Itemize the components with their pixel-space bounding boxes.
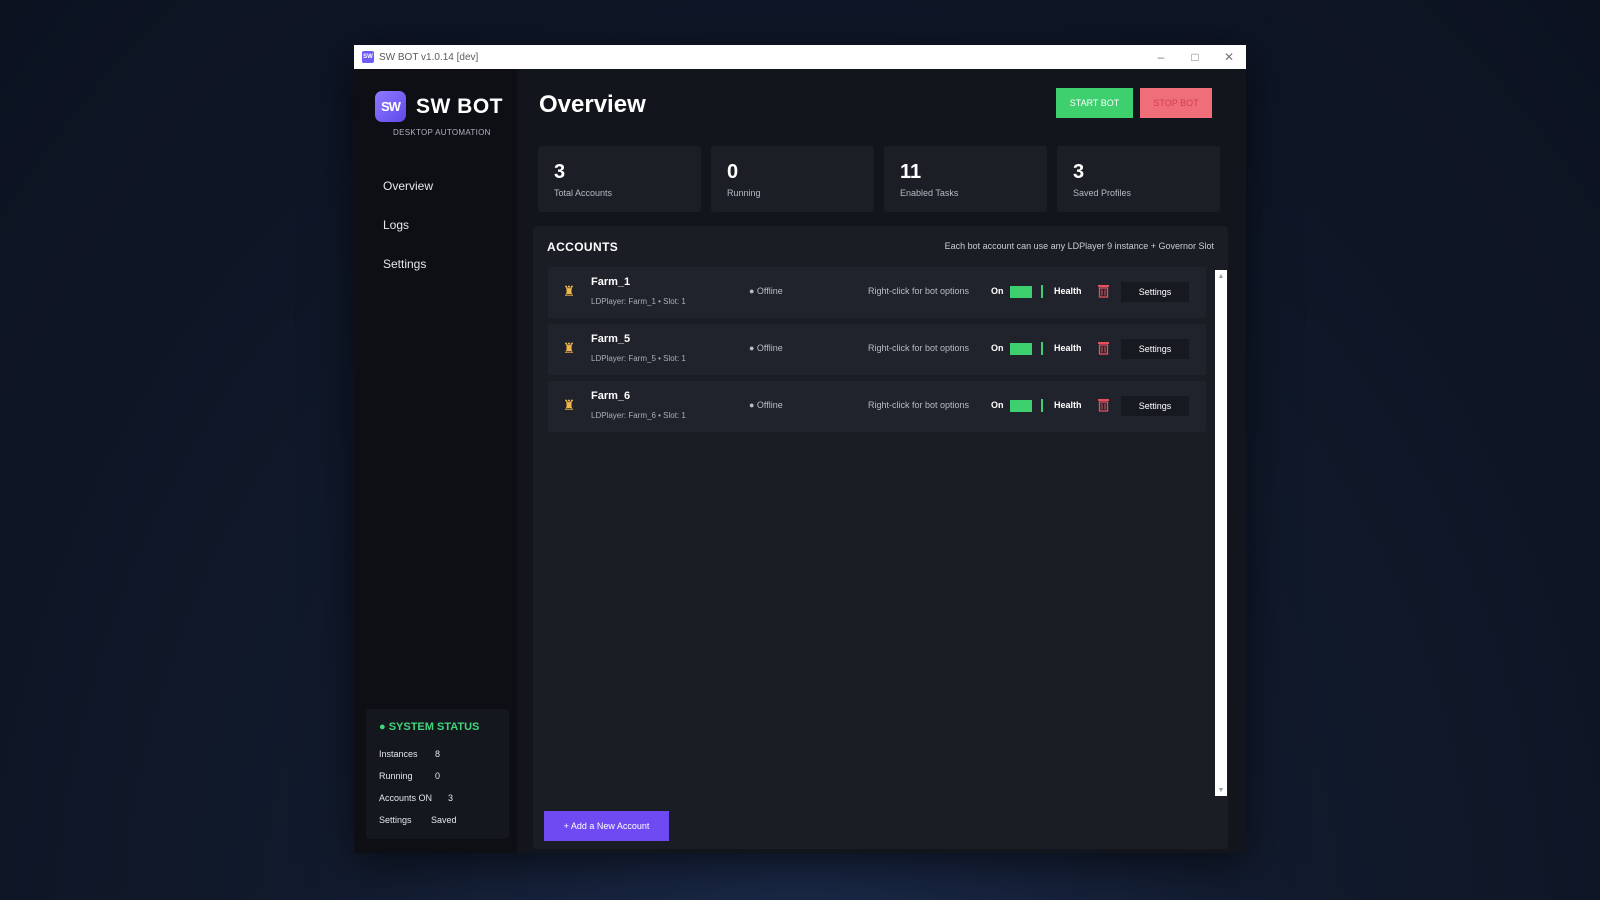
divider xyxy=(1041,342,1043,355)
chess-rook-icon: ♜ xyxy=(562,339,576,356)
divider xyxy=(1041,399,1043,412)
start-bot-button[interactable]: START BOT xyxy=(1056,88,1133,118)
account-meta: LDPlayer: Farm_5 • Slot: 1 xyxy=(591,354,686,363)
status-key: Running xyxy=(379,771,413,781)
stat-value: 11 xyxy=(900,161,922,183)
stat-card-saved-profiles: 3 Saved Profiles xyxy=(1057,146,1220,212)
account-on-label: On xyxy=(991,286,1004,296)
stat-card-running: 0 Running xyxy=(711,146,874,212)
account-meta: LDPlayer: Farm_6 • Slot: 1 xyxy=(591,411,686,420)
account-on-toggle[interactable] xyxy=(1010,286,1032,298)
status-row-accounts-on: Accounts ON 3 xyxy=(379,787,509,809)
account-hint: Right-click for bot options xyxy=(868,343,970,353)
add-account-button[interactable]: + Add a New Account xyxy=(544,811,669,841)
account-status: ● Offline xyxy=(749,343,783,353)
scroll-up-icon[interactable]: ▲ xyxy=(1215,270,1227,282)
account-meta: LDPlayer: Farm_1 • Slot: 1 xyxy=(591,297,686,306)
sidebar-nav: Overview Logs Settings xyxy=(354,167,517,284)
account-on-toggle[interactable] xyxy=(1010,343,1032,355)
page-title: Overview xyxy=(539,91,646,118)
sidebar: SW SW BOT DESKTOP AUTOMATION Overview Lo… xyxy=(354,69,517,853)
stat-label: Running xyxy=(727,188,761,198)
brand-name: SW BOT xyxy=(416,94,503,118)
app-window: SW SW BOT v1.0.14 [dev] – □ ✕ SW SW BOT … xyxy=(354,45,1246,853)
account-name: Farm_6 xyxy=(591,390,631,402)
stat-value: 0 xyxy=(727,161,739,183)
stop-bot-button[interactable]: STOP BOT xyxy=(1140,88,1212,118)
account-health-label[interactable]: Health xyxy=(1054,343,1082,353)
status-value: 0 xyxy=(435,771,441,781)
brand-subtitle: DESKTOP AUTOMATION xyxy=(393,128,491,137)
trash-icon[interactable] xyxy=(1097,341,1110,355)
account-name: Farm_5 xyxy=(591,333,631,345)
app-icon: SW xyxy=(362,51,374,63)
account-on-toggle[interactable] xyxy=(1010,400,1032,412)
stat-value: 3 xyxy=(1073,161,1085,183)
stat-value: 3 xyxy=(554,161,566,183)
status-value: 3 xyxy=(448,793,454,803)
stat-label: Saved Profiles xyxy=(1073,188,1132,198)
accounts-scrollbar[interactable]: ▲ ▼ xyxy=(1215,270,1227,796)
status-key: Settings xyxy=(379,815,412,825)
account-settings-button[interactable]: Settings xyxy=(1121,282,1189,302)
stats-row: 3 Total Accounts 0 Running 11 Enabled Ta… xyxy=(538,146,1220,212)
account-row[interactable]: ♜ Farm_5 LDPlayer: Farm_5 • Slot: 1 ● Of… xyxy=(548,324,1206,375)
stat-label: Total Accounts xyxy=(554,188,613,198)
account-on-label: On xyxy=(991,400,1004,410)
minimize-icon[interactable]: – xyxy=(1144,45,1178,69)
divider xyxy=(1041,285,1043,298)
sidebar-item-logs[interactable]: Logs xyxy=(354,206,517,245)
account-status: ● Offline xyxy=(749,400,783,410)
account-status: ● Offline xyxy=(749,286,783,296)
status-key: Instances xyxy=(379,749,418,759)
brand-logo: SW xyxy=(375,91,406,122)
status-row-settings: Settings Saved xyxy=(379,809,509,831)
stat-card-enabled-tasks: 11 Enabled Tasks xyxy=(884,146,1047,212)
account-settings-button[interactable]: Settings xyxy=(1121,396,1189,416)
stat-label: Enabled Tasks xyxy=(900,188,959,198)
account-hint: Right-click for bot options xyxy=(868,400,970,410)
status-row-running: Running 0 xyxy=(379,765,509,787)
account-settings-button[interactable]: Settings xyxy=(1121,339,1189,359)
account-on-label: On xyxy=(991,343,1004,353)
accounts-title: ACCOUNTS xyxy=(547,240,619,254)
accounts-note: Each bot account can use any LDPlayer 9 … xyxy=(944,241,1214,251)
trash-icon[interactable] xyxy=(1097,284,1110,298)
account-row[interactable]: ♜ Farm_1 LDPlayer: Farm_1 • Slot: 1 ● Of… xyxy=(548,267,1206,318)
status-value: Saved xyxy=(431,815,457,825)
account-health-label[interactable]: Health xyxy=(1054,286,1082,296)
status-key: Accounts ON xyxy=(379,793,433,803)
maximize-icon[interactable]: □ xyxy=(1178,45,1212,69)
account-row[interactable]: ♜ Farm_6 LDPlayer: Farm_6 • Slot: 1 ● Of… xyxy=(548,381,1206,432)
system-status-title: ● SYSTEM STATUS xyxy=(379,721,480,733)
brand: SW SW BOT xyxy=(354,69,517,122)
trash-icon[interactable] xyxy=(1097,398,1110,412)
close-icon[interactable]: ✕ xyxy=(1212,45,1246,69)
account-hint: Right-click for bot options xyxy=(868,286,970,296)
status-row-instances: Instances 8 xyxy=(379,743,509,765)
sidebar-item-settings[interactable]: Settings xyxy=(354,245,517,284)
sidebar-item-overview[interactable]: Overview xyxy=(354,167,517,206)
accounts-panel: ACCOUNTS Each bot account can use any LD… xyxy=(533,226,1228,849)
system-status-card: ● SYSTEM STATUS Instances 8 Running 0 Ac… xyxy=(366,709,509,839)
account-name: Farm_1 xyxy=(591,276,631,288)
main-content: Overview START BOT STOP BOT 3 Total Acco… xyxy=(517,69,1246,853)
account-health-label[interactable]: Health xyxy=(1054,400,1082,410)
chess-rook-icon: ♜ xyxy=(562,282,576,299)
scroll-down-icon[interactable]: ▼ xyxy=(1215,784,1227,796)
accounts-list: ♜ Farm_1 LDPlayer: Farm_1 • Slot: 1 ● Of… xyxy=(548,267,1206,438)
chess-rook-icon: ♜ xyxy=(562,396,576,413)
stat-card-total-accounts: 3 Total Accounts xyxy=(538,146,701,212)
window-title: SW BOT v1.0.14 [dev] xyxy=(379,51,479,63)
title-bar: SW SW BOT v1.0.14 [dev] – □ ✕ xyxy=(354,45,1246,69)
status-value: 8 xyxy=(435,749,441,759)
